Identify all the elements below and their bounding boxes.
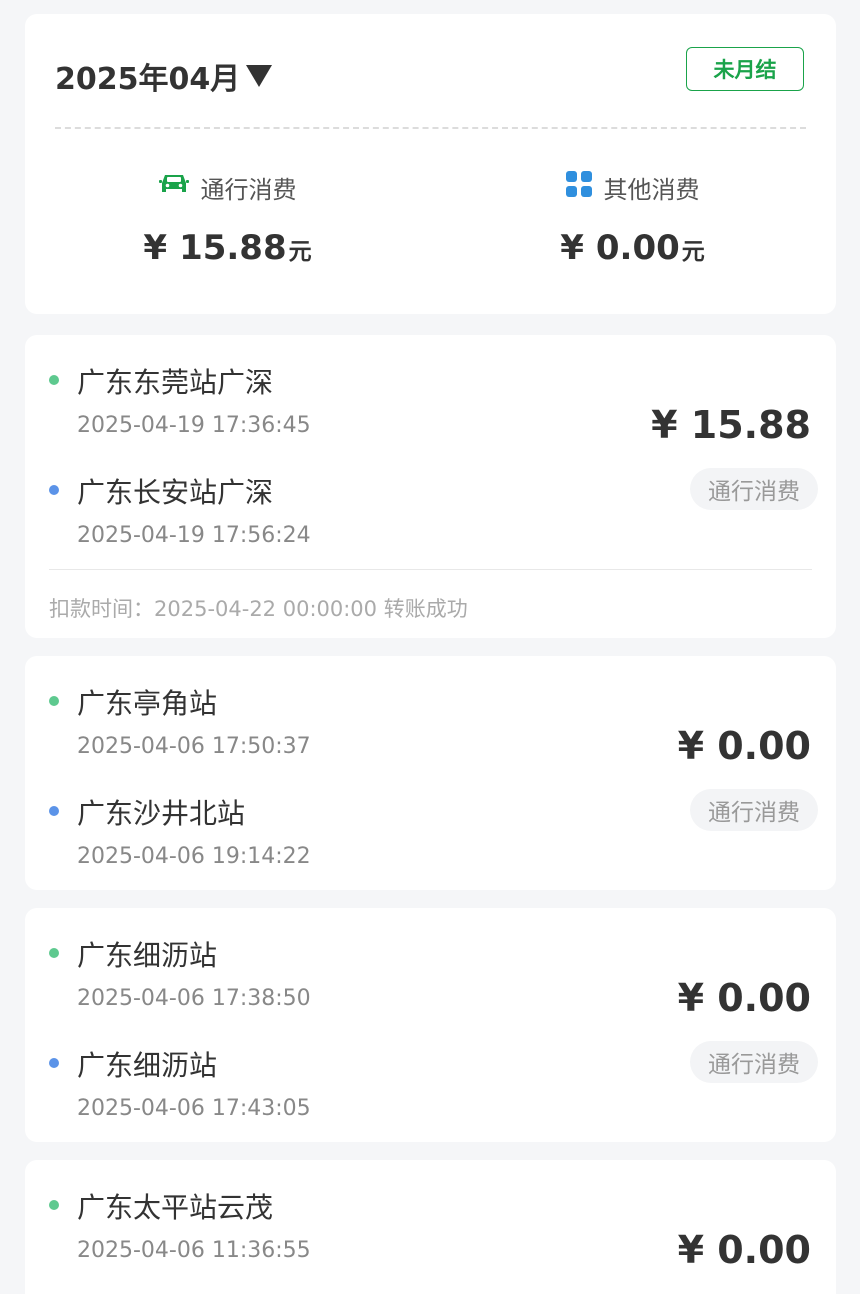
entry-time: 2025-04-06 17:38:50: [77, 986, 311, 1011]
transaction-amount: ¥ 0.00: [677, 724, 811, 768]
exit-time: 2025-04-19 17:56:24: [77, 523, 311, 548]
currency-unit: 元: [681, 239, 705, 265]
card-divider: [49, 569, 812, 570]
exit-time: 2025-04-06 17:43:05: [77, 1096, 311, 1121]
entry-dot-icon: [49, 948, 59, 958]
deduction-info: 扣款时间：2025-04-22 00:00:00 转账成功: [49, 597, 468, 621]
consumption-type-tag: 通行消费: [690, 468, 818, 510]
exit-station: 广东细沥站: [77, 1049, 218, 1082]
entry-dot-icon: [49, 1200, 59, 1210]
exit-dot-icon: [49, 806, 59, 816]
settlement-status-badge: 未月结: [686, 47, 804, 91]
currency-unit: 元: [288, 239, 312, 265]
transaction-card[interactable]: 广东细沥站 2025-04-06 17:38:50 广东细沥站 2025-04-…: [25, 908, 836, 1142]
entry-station: 广东太平站云茂: [77, 1191, 274, 1224]
other-label: 其他消费: [603, 175, 700, 204]
exit-time: 2025-04-06 19:14:22: [77, 844, 311, 869]
entry-dot-icon: [49, 375, 59, 385]
transaction-amount: ¥ 0.00: [677, 976, 811, 1020]
transaction-card[interactable]: 广东东莞站广深 2025-04-19 17:36:45 广东长安站广深 2025…: [25, 335, 836, 638]
yen-symbol: ¥: [143, 228, 168, 268]
consumption-type-tag: 通行消费: [690, 789, 818, 831]
transaction-card[interactable]: 广东亭角站 2025-04-06 17:50:37 广东沙井北站 2025-04…: [25, 656, 836, 890]
dashed-divider: [55, 127, 806, 129]
grid-icon: [565, 171, 592, 203]
yen-symbol: ¥: [560, 228, 584, 268]
other-consumption-stat[interactable]: 其他消费 ¥ 0.00 元: [430, 164, 835, 268]
entry-station: 广东细沥站: [77, 939, 218, 972]
exit-dot-icon: [49, 485, 59, 495]
transaction-card[interactable]: 广东太平站云茂 2025-04-06 11:36:55 ¥ 0.00: [25, 1160, 836, 1294]
month-label: 2025年04月: [55, 62, 241, 97]
caret-down-icon: [246, 65, 273, 87]
exit-station: 广东沙井北站: [77, 797, 246, 830]
entry-station: 广东亭角站: [77, 687, 218, 720]
transaction-amount: ¥ 15.88: [651, 403, 811, 447]
entry-time: 2025-04-19 17:36:45: [77, 413, 311, 438]
toll-consumption-stat[interactable]: 通行消费 ¥ 15.88 元: [25, 164, 430, 268]
car-icon: [158, 172, 189, 202]
toll-amount: 15.88: [179, 228, 287, 268]
entry-time: 2025-04-06 11:36:55: [77, 1238, 311, 1263]
exit-dot-icon: [49, 1058, 59, 1068]
monthly-summary-card: 2025年04月 未月结 通行消费 ¥ 15.88 元 其他消费 ¥ 0.00 …: [25, 14, 836, 314]
consumption-type-tag: 通行消费: [690, 1041, 818, 1083]
transaction-amount: ¥ 0.00: [677, 1228, 811, 1272]
entry-station: 广东东莞站广深: [77, 366, 274, 399]
other-amount: 0.00: [595, 228, 680, 268]
entry-dot-icon: [49, 696, 59, 706]
toll-label: 通行消费: [200, 175, 297, 204]
exit-station: 广东长安站广深: [77, 476, 274, 509]
month-selector[interactable]: 2025年04月: [55, 54, 273, 98]
entry-time: 2025-04-06 17:50:37: [77, 734, 311, 759]
